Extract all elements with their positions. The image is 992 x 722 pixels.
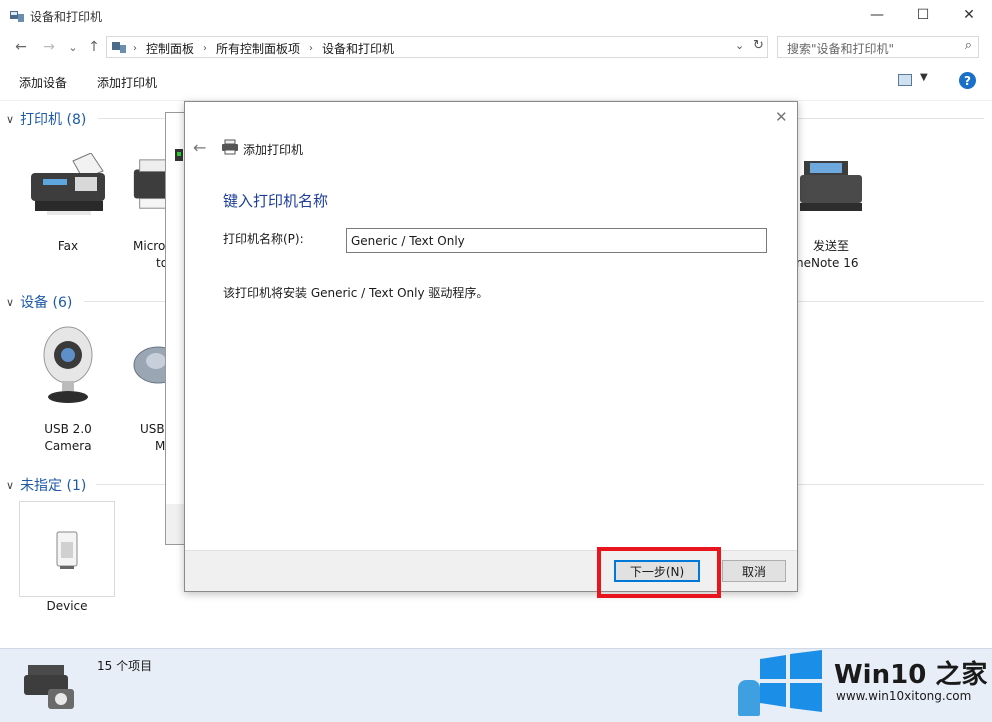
refresh-icon[interactable]: ↻ <box>753 38 764 53</box>
highlight-annotation <box>597 547 721 598</box>
group-label-printers: 打印机 (8) <box>20 112 87 128</box>
minimize-button[interactable]: — <box>854 0 900 30</box>
breadcrumb-separator-icon: › <box>203 43 208 54</box>
back-arrow-icon[interactable]: ← <box>12 38 30 56</box>
printer-name-label: 打印机名称(P): <box>223 232 304 246</box>
window-title: 设备和打印机 <box>30 10 103 24</box>
watermark-url: www.win10xitong.com <box>836 689 972 703</box>
printer-icon <box>222 139 238 155</box>
group-label-devices: 设备 (6) <box>20 295 73 311</box>
help-icon[interactable]: ? <box>959 72 976 89</box>
cancel-button[interactable]: 取消 <box>722 560 786 582</box>
up-arrow-icon[interactable]: ↑ <box>85 38 103 56</box>
device-item-fax[interactable]: Fax <box>20 137 116 255</box>
collapse-chevron-icon[interactable]: ∨ <box>6 296 14 309</box>
group-header-printers[interactable]: ∨ 打印机 (8) <box>6 109 86 129</box>
windows-logo-icon <box>760 650 822 712</box>
bird-mascot-icon <box>738 680 760 716</box>
device-label: Device <box>46 599 88 613</box>
device-label: USB 2.0 <box>44 422 92 436</box>
printer-small-icon <box>175 149 183 161</box>
close-icon[interactable]: ✕ <box>775 108 788 126</box>
control-panel-icon <box>112 42 126 53</box>
address-bar[interactable]: › 控制面板 › 所有控制面板项 › 设备和打印机 ⌄ ↻ <box>106 36 768 58</box>
address-dropdown-icon[interactable]: ⌄ <box>735 39 744 52</box>
collapse-chevron-icon[interactable]: ∨ <box>6 113 14 126</box>
webcam-icon <box>20 323 116 407</box>
breadcrumb-all-items[interactable]: 所有控制面板项 <box>216 40 300 57</box>
change-view-icon[interactable] <box>898 74 912 86</box>
item-count: 15 个项目 <box>97 659 153 673</box>
fax-icon <box>20 137 116 233</box>
maximize-button[interactable]: ☐ <box>900 0 946 30</box>
add-printer-button[interactable]: 添加打印机 <box>97 74 157 91</box>
breadcrumb-devices-printers[interactable]: 设备和打印机 <box>322 40 394 57</box>
device-item-device[interactable]: Device <box>19 501 115 615</box>
breadcrumb-control-panel[interactable]: 控制面板 <box>146 40 194 57</box>
close-button[interactable]: ✕ <box>946 0 992 30</box>
collapse-chevron-icon[interactable]: ∨ <box>6 479 14 492</box>
device-item-usb-camera[interactable]: USB 2.0 Camera <box>20 323 116 455</box>
group-label-unspecified: 未指定 (1) <box>20 478 87 494</box>
devices-printers-app-icon <box>10 11 24 22</box>
forward-arrow-icon[interactable]: → <box>40 38 58 56</box>
search-input[interactable]: 搜索"设备和打印机" ⌕ <box>777 36 979 58</box>
group-header-unspecified[interactable]: ∨ 未指定 (1) <box>6 475 86 495</box>
add-device-button[interactable]: 添加设备 <box>19 74 67 91</box>
view-dropdown-icon[interactable]: ▼ <box>920 72 928 83</box>
driver-info-text: 该打印机将安装 Generic / Text Only 驱动程序。 <box>223 286 489 300</box>
breadcrumb-separator-icon: › <box>309 43 314 54</box>
search-icon[interactable]: ⌕ <box>965 38 972 53</box>
add-printer-dialog: ✕ ← 添加打印机 键入打印机名称 打印机名称(P): 该打印机将安装 Gene… <box>184 101 798 592</box>
printer-camera-icon <box>24 665 74 709</box>
command-bar: 添加设备 添加打印机 <box>0 66 992 98</box>
search-placeholder: 搜索"设备和打印机" <box>787 42 895 56</box>
recent-locations-chevron-icon[interactable]: ⌄ <box>64 38 82 56</box>
breadcrumb: › 控制面板 › 所有控制面板项 › 设备和打印机 <box>133 40 394 57</box>
title-bar: 设备和打印机 — ☐ ✕ <box>0 0 992 32</box>
back-arrow-icon[interactable]: ← <box>193 138 206 157</box>
device-label: Fax <box>57 239 79 253</box>
printer-name-input[interactable] <box>346 228 767 253</box>
device-icon <box>19 501 115 597</box>
watermark-brand: Win10 之家 <box>834 660 988 690</box>
dialog-title: 添加打印机 <box>243 143 304 157</box>
breadcrumb-separator-icon: › <box>133 43 137 54</box>
group-header-devices[interactable]: ∨ 设备 (6) <box>6 292 72 312</box>
dialog-heading: 键入打印机名称 <box>223 192 329 210</box>
device-label-line2: Camera <box>44 439 92 453</box>
